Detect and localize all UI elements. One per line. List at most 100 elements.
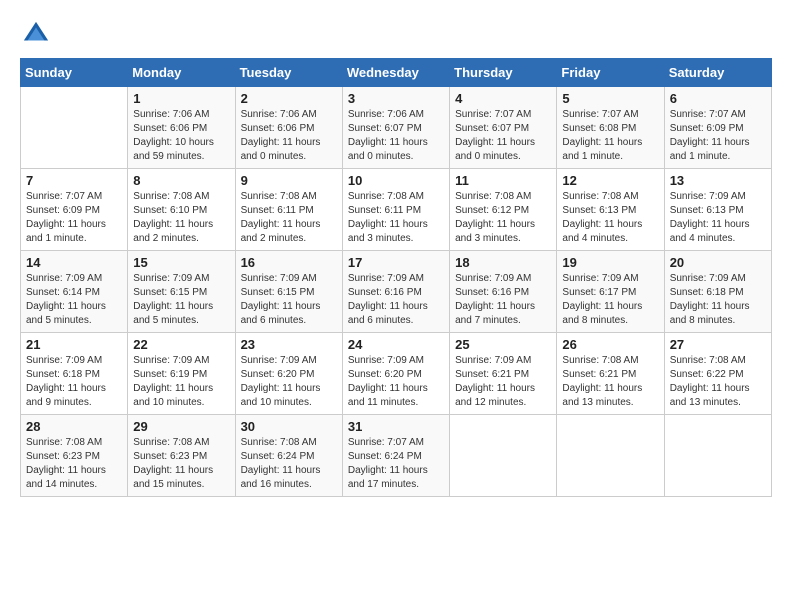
calendar-cell: 27Sunrise: 7:08 AMSunset: 6:22 PMDayligh… (664, 333, 771, 415)
calendar-cell: 13 Sunrise: 7:09 AMSunset: 6:13 PMDayligh… (664, 169, 771, 251)
calendar-week-row: 14 Sunrise: 7:09 AMSunset: 6:14 PMDayligh… (21, 251, 772, 333)
day-number: 7 (26, 173, 122, 188)
col-header-sunday: Sunday (21, 59, 128, 87)
day-number: 4 (455, 91, 551, 106)
calendar-header-row: SundayMondayTuesdayWednesdayThursdayFrid… (21, 59, 772, 87)
day-number: 26 (562, 337, 658, 352)
day-number: 8 (133, 173, 229, 188)
logo (20, 20, 50, 48)
calendar-cell: 30 Sunrise: 7:08 AMSunset: 6:24 PMDayligh… (235, 415, 342, 497)
day-number: 6 (670, 91, 766, 106)
day-number: 1 (133, 91, 229, 106)
day-number: 25 (455, 337, 551, 352)
day-number: 14 (26, 255, 122, 270)
cell-text: Sunrise: 7:09 AMSunset: 6:13 PMDaylight:… (670, 190, 766, 246)
col-header-thursday: Thursday (450, 59, 557, 87)
calendar-cell (450, 415, 557, 497)
day-number: 21 (26, 337, 122, 352)
day-number: 31 (348, 419, 444, 434)
cell-text: Sunrise: 7:09 AMSunset: 6:20 PMDaylight:… (241, 354, 337, 410)
cell-text: Sunrise: 7:08 AMSunset: 6:21 PMDaylight:… (562, 354, 658, 410)
col-header-monday: Monday (128, 59, 235, 87)
page-header (20, 20, 772, 48)
cell-text: Sunrise: 7:08 AMSunset: 6:23 PMDaylight:… (133, 436, 229, 492)
calendar-cell: 31 Sunrise: 7:07 AMSunset: 6:24 PMDayligh… (342, 415, 449, 497)
day-number: 10 (348, 173, 444, 188)
day-number: 9 (241, 173, 337, 188)
calendar-week-row: 28 Sunrise: 7:08 AMSunset: 6:23 PMDayligh… (21, 415, 772, 497)
cell-text: Sunrise: 7:09 AMSunset: 6:14 PMDaylight:… (26, 272, 122, 328)
cell-text: Sunrise: 7:08 AMSunset: 6:13 PMDaylight:… (562, 190, 658, 246)
day-number: 23 (241, 337, 337, 352)
calendar-cell: 12 Sunrise: 7:08 AMSunset: 6:13 PMDayligh… (557, 169, 664, 251)
calendar-cell: 15 Sunrise: 7:09 AMSunset: 6:15 PMDayligh… (128, 251, 235, 333)
day-number: 19 (562, 255, 658, 270)
cell-text: Sunrise: 7:09 AMSunset: 6:18 PMDaylight:… (26, 354, 122, 410)
cell-text: Sunrise: 7:09 AMSunset: 6:16 PMDaylight:… (348, 272, 444, 328)
day-number: 15 (133, 255, 229, 270)
calendar-table: SundayMondayTuesdayWednesdayThursdayFrid… (20, 58, 772, 497)
calendar-cell: 16 Sunrise: 7:09 AMSunset: 6:15 PMDayligh… (235, 251, 342, 333)
cell-text: Sunrise: 7:07 AMSunset: 6:24 PMDaylight:… (348, 436, 444, 492)
calendar-cell (664, 415, 771, 497)
day-number: 30 (241, 419, 337, 434)
cell-text: Sunrise: 7:07 AMSunset: 6:08 PMDaylight:… (562, 108, 658, 164)
calendar-cell: 29 Sunrise: 7:08 AMSunset: 6:23 PMDayligh… (128, 415, 235, 497)
day-number: 24 (348, 337, 444, 352)
day-number: 28 (26, 419, 122, 434)
calendar-cell: 5Sunrise: 7:07 AMSunset: 6:08 PMDaylight… (557, 87, 664, 169)
calendar-cell: 8 Sunrise: 7:08 AMSunset: 6:10 PMDaylight… (128, 169, 235, 251)
cell-text: Sunrise: 7:06 AMSunset: 6:06 PMDaylight:… (241, 108, 337, 164)
day-number: 13 (670, 173, 766, 188)
calendar-cell: 18Sunrise: 7:09 AMSunset: 6:16 PMDayligh… (450, 251, 557, 333)
calendar-cell: 2 Sunrise: 7:06 AMSunset: 6:06 PMDaylight… (235, 87, 342, 169)
day-number: 27 (670, 337, 766, 352)
day-number: 12 (562, 173, 658, 188)
col-header-tuesday: Tuesday (235, 59, 342, 87)
cell-text: Sunrise: 7:08 AMSunset: 6:11 PMDaylight:… (241, 190, 337, 246)
calendar-cell: 6 Sunrise: 7:07 AMSunset: 6:09 PMDaylight… (664, 87, 771, 169)
calendar-cell: 28 Sunrise: 7:08 AMSunset: 6:23 PMDayligh… (21, 415, 128, 497)
calendar-cell: 21 Sunrise: 7:09 AMSunset: 6:18 PMDayligh… (21, 333, 128, 415)
calendar-cell: 11 Sunrise: 7:08 AMSunset: 6:12 PMDayligh… (450, 169, 557, 251)
col-header-wednesday: Wednesday (342, 59, 449, 87)
day-number: 2 (241, 91, 337, 106)
cell-text: Sunrise: 7:09 AMSunset: 6:15 PMDaylight:… (241, 272, 337, 328)
calendar-cell: 1 Sunrise: 7:06 AMSunset: 6:06 PMDaylight… (128, 87, 235, 169)
calendar-cell: 17 Sunrise: 7:09 AMSunset: 6:16 PMDayligh… (342, 251, 449, 333)
day-number: 17 (348, 255, 444, 270)
cell-text: Sunrise: 7:08 AMSunset: 6:10 PMDaylight:… (133, 190, 229, 246)
day-number: 16 (241, 255, 337, 270)
cell-text: Sunrise: 7:09 AMSunset: 6:21 PMDaylight:… (455, 354, 551, 410)
day-number: 11 (455, 173, 551, 188)
cell-text: Sunrise: 7:07 AMSunset: 6:07 PMDaylight:… (455, 108, 551, 164)
cell-text: Sunrise: 7:06 AMSunset: 6:06 PMDaylight:… (133, 108, 229, 164)
calendar-cell (557, 415, 664, 497)
calendar-cell: 14 Sunrise: 7:09 AMSunset: 6:14 PMDayligh… (21, 251, 128, 333)
calendar-cell: 4 Sunrise: 7:07 AMSunset: 6:07 PMDaylight… (450, 87, 557, 169)
logo-icon (22, 20, 50, 48)
calendar-cell: 7 Sunrise: 7:07 AMSunset: 6:09 PMDaylight… (21, 169, 128, 251)
calendar-cell: 3Sunrise: 7:06 AMSunset: 6:07 PMDaylight… (342, 87, 449, 169)
calendar-cell: 23 Sunrise: 7:09 AMSunset: 6:20 PMDayligh… (235, 333, 342, 415)
cell-text: Sunrise: 7:08 AMSunset: 6:12 PMDaylight:… (455, 190, 551, 246)
cell-text: Sunrise: 7:09 AMSunset: 6:16 PMDaylight:… (455, 272, 551, 328)
col-header-saturday: Saturday (664, 59, 771, 87)
calendar-cell: 9 Sunrise: 7:08 AMSunset: 6:11 PMDaylight… (235, 169, 342, 251)
calendar-cell: 22Sunrise: 7:09 AMSunset: 6:19 PMDayligh… (128, 333, 235, 415)
day-number: 22 (133, 337, 229, 352)
calendar-cell: 25 Sunrise: 7:09 AMSunset: 6:21 PMDayligh… (450, 333, 557, 415)
cell-text: Sunrise: 7:07 AMSunset: 6:09 PMDaylight:… (26, 190, 122, 246)
cell-text: Sunrise: 7:08 AMSunset: 6:24 PMDaylight:… (241, 436, 337, 492)
calendar-cell: 24Sunrise: 7:09 AMSunset: 6:20 PMDayligh… (342, 333, 449, 415)
calendar-week-row: 1 Sunrise: 7:06 AMSunset: 6:06 PMDaylight… (21, 87, 772, 169)
calendar-week-row: 21 Sunrise: 7:09 AMSunset: 6:18 PMDayligh… (21, 333, 772, 415)
cell-text: Sunrise: 7:08 AMSunset: 6:23 PMDaylight:… (26, 436, 122, 492)
calendar-cell: 10 Sunrise: 7:08 AMSunset: 6:11 PMDayligh… (342, 169, 449, 251)
cell-text: Sunrise: 7:08 AMSunset: 6:11 PMDaylight:… (348, 190, 444, 246)
cell-text: Sunrise: 7:09 AMSunset: 6:15 PMDaylight:… (133, 272, 229, 328)
day-number: 3 (348, 91, 444, 106)
cell-text: Sunrise: 7:07 AMSunset: 6:09 PMDaylight:… (670, 108, 766, 164)
calendar-cell: 19Sunrise: 7:09 AMSunset: 6:17 PMDayligh… (557, 251, 664, 333)
day-number: 29 (133, 419, 229, 434)
